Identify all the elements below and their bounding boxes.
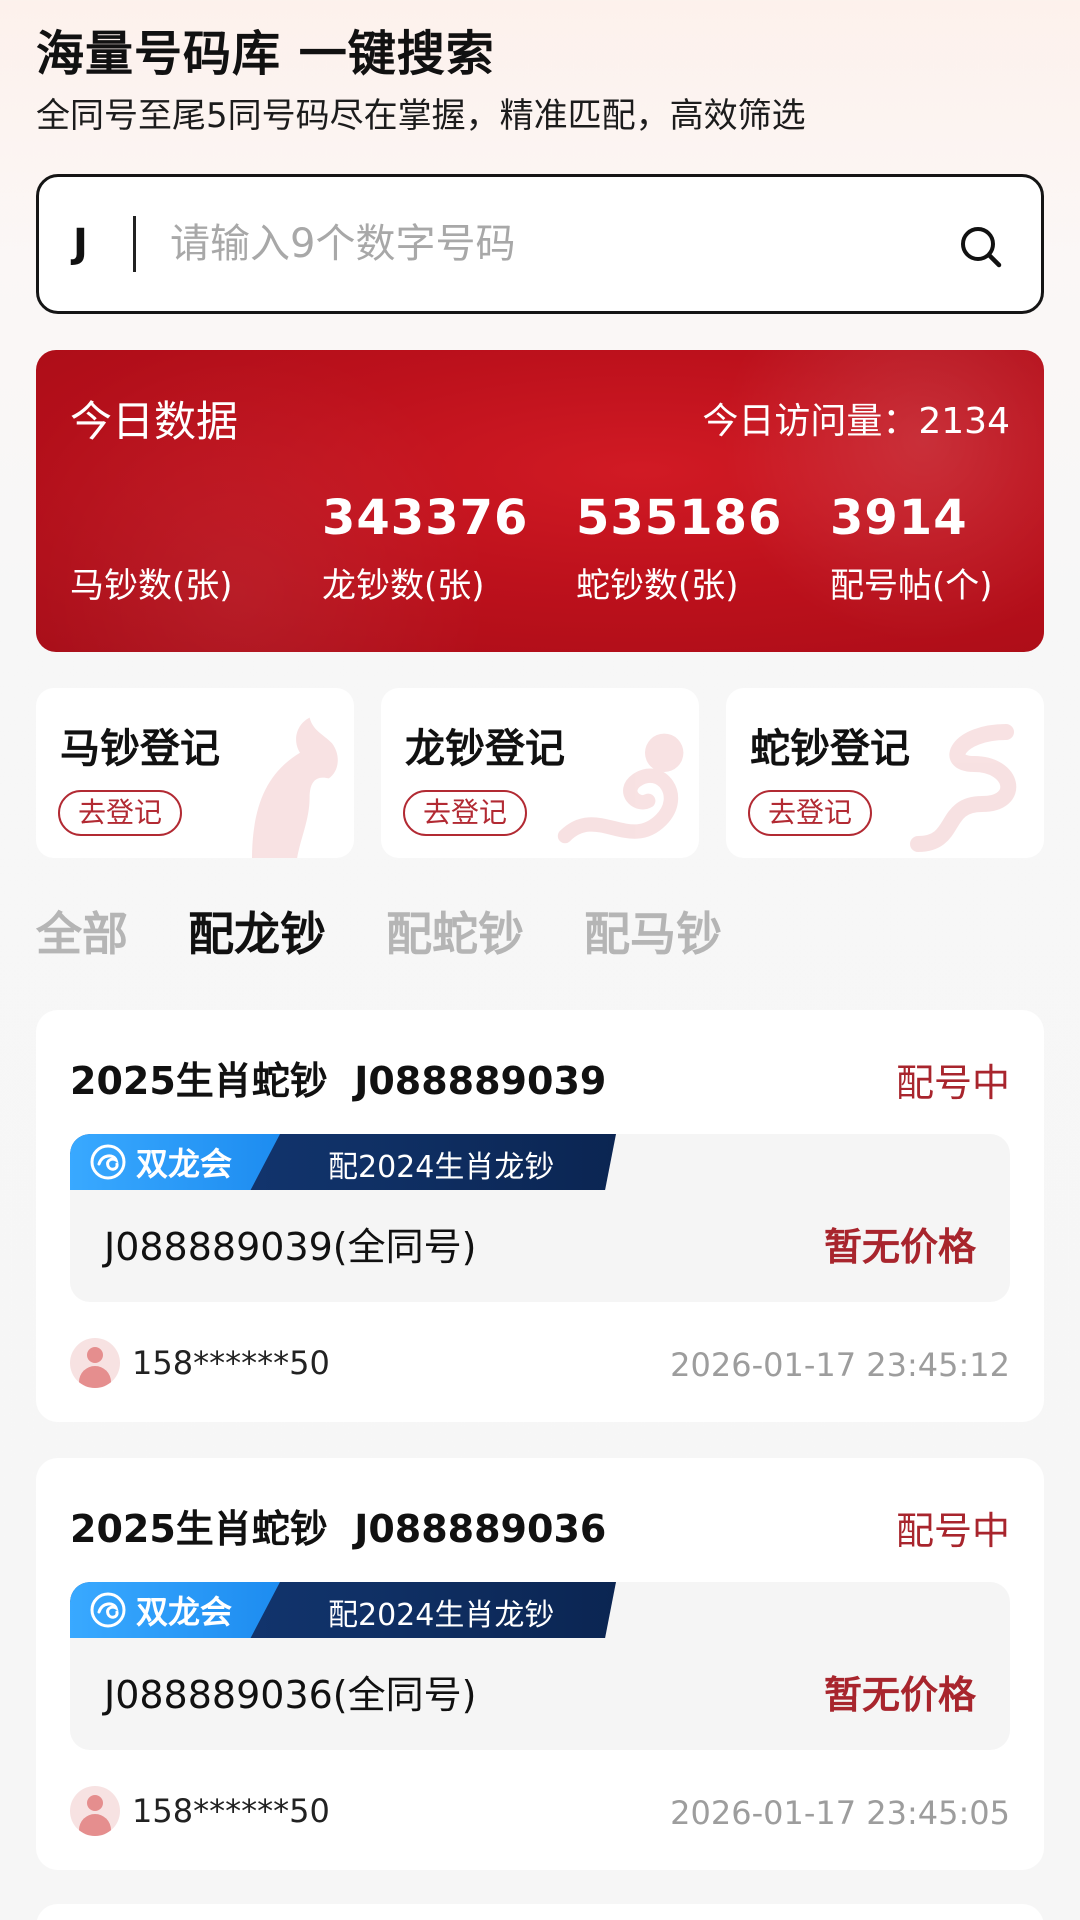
stat-label: 配号帖(个) — [830, 566, 993, 606]
serial-number: J088889039(全同号) — [104, 1225, 477, 1269]
stat-label: 蛇钞数(张) — [576, 566, 739, 606]
register-card-dragon[interactable]: 龙钞登记 去登记 — [381, 688, 699, 858]
price-label: 暂无价格 — [823, 1225, 976, 1269]
price-label: 暂无价格 — [823, 1673, 976, 1717]
stats-title: 今日数据 — [70, 397, 239, 446]
register-title: 蛇钞登记 — [750, 726, 910, 772]
listing-detail: 双龙会 配2024生肖龙钞 J088889036(全同号) 暂无价格 — [70, 1582, 1010, 1750]
register-button[interactable]: 去登记 — [58, 790, 183, 836]
tab-all[interactable]: 全部 — [36, 898, 128, 964]
status-badge: 配号中 — [895, 1509, 1010, 1553]
stat-pairing-posts: 3914 配号帖(个) — [830, 490, 993, 607]
visit-count: 今日访问量：2134 — [702, 401, 1010, 442]
listing-card[interactable]: 2025生肖蛇钞 J088889036 配号中 双龙会 配2024生肖龙钞 J0… — [36, 1458, 1044, 1870]
page-title: 海量号码库 一键搜索 — [36, 26, 495, 82]
double-dragon-icon — [90, 1592, 126, 1628]
register-card-snake[interactable]: 蛇钞登记 去登记 — [726, 688, 1044, 858]
double-dragon-icon — [90, 1144, 126, 1180]
club-name: 双龙会 — [136, 1593, 233, 1631]
stat-value: 3914 — [830, 490, 968, 546]
tab-pair-snake[interactable]: 配蛇钞 — [386, 898, 524, 964]
user-phone: 158******50 — [132, 1344, 330, 1382]
timestamp: 2026-01-17 23:45:05 — [670, 1794, 1010, 1832]
search-input[interactable] — [170, 221, 930, 267]
filter-tabs: 全部 配龙钞 配蛇钞 配马钞 — [36, 898, 782, 964]
listing-title: 2025生肖蛇钞 J088889036 — [70, 1507, 607, 1551]
club-badge: 双龙会 — [70, 1582, 280, 1638]
register-button[interactable]: 去登记 — [748, 790, 873, 836]
horse-icon — [252, 717, 338, 858]
today-stats-card: 今日数据 今日访问量：2134 马钞数(张) 343376 龙钞数(张) 535… — [36, 350, 1044, 652]
user-info: 158******50 — [70, 1786, 330, 1836]
listing-card[interactable]: 2025生肖蛇钞 J088889039 配号中 双龙会 配2024生肖龙钞 J0… — [36, 1010, 1044, 1422]
user-info: 158******50 — [70, 1338, 330, 1388]
pair-target: 配2024生肖龙钞 — [328, 1598, 555, 1633]
register-title: 龙钞登记 — [405, 726, 565, 772]
dragon-icon — [557, 733, 684, 844]
stat-dragon-notes: 343376 龙钞数(张) — [322, 490, 528, 607]
pair-target: 配2024生肖龙钞 — [328, 1150, 555, 1185]
search-icon[interactable] — [957, 223, 1003, 269]
tab-pair-horse[interactable]: 配马钞 — [584, 898, 722, 964]
stat-value: 343376 — [322, 490, 529, 546]
register-button[interactable]: 去登记 — [403, 790, 528, 836]
stat-snake-notes: 535186 蛇钞数(张) — [576, 490, 782, 607]
serial-number: J088889036(全同号) — [104, 1673, 477, 1717]
listing-card-next[interactable] — [36, 1904, 1044, 1920]
stat-value — [70, 490, 233, 548]
register-card-horse[interactable]: 马钞登记 去登记 — [36, 688, 354, 858]
stat-label: 马钞数(张) — [70, 566, 233, 606]
listing-title: 2025生肖蛇钞 J088889039 — [70, 1059, 607, 1103]
club-name: 双龙会 — [136, 1145, 233, 1183]
register-title: 马钞登记 — [60, 726, 220, 772]
tab-pair-dragon[interactable]: 配龙钞 — [188, 898, 326, 964]
timestamp: 2026-01-17 23:45:12 — [670, 1346, 1010, 1384]
user-phone: 158******50 — [132, 1792, 330, 1830]
stat-horse-notes: 马钞数(张) — [70, 490, 233, 607]
avatar — [70, 1338, 120, 1388]
page-subtitle: 全同号至尾5同号码尽在掌握，精准匹配，高效筛选 — [36, 96, 806, 136]
club-badge: 双龙会 — [70, 1134, 280, 1190]
snake-icon — [910, 724, 1017, 852]
stat-label: 龙钞数(张) — [322, 566, 485, 606]
stat-value: 535186 — [576, 490, 783, 546]
search-prefix: J — [73, 221, 88, 267]
search-bar[interactable]: J — [36, 174, 1044, 314]
search-divider — [133, 216, 136, 272]
avatar — [70, 1786, 120, 1836]
listing-detail: 双龙会 配2024生肖龙钞 J088889039(全同号) 暂无价格 — [70, 1134, 1010, 1302]
status-badge: 配号中 — [895, 1061, 1010, 1105]
